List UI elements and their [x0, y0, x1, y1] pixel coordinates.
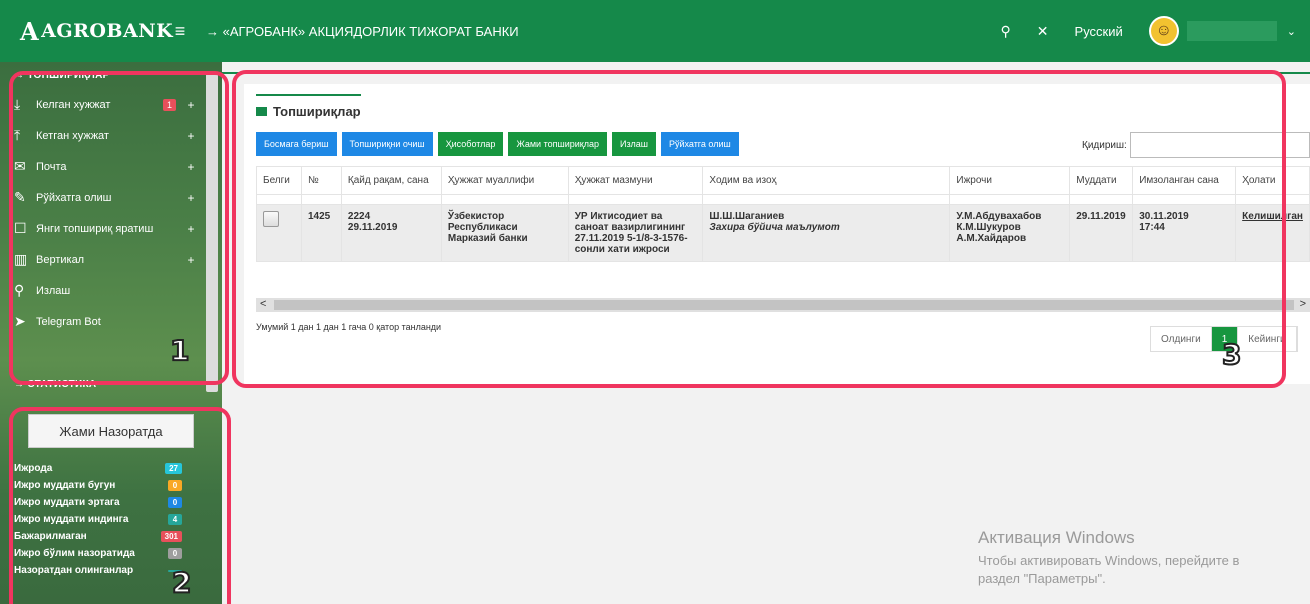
- language-selector[interactable]: Русский: [1075, 24, 1123, 39]
- annotation-number-2: 2: [171, 565, 193, 600]
- logo[interactable]: A AGROBANK: [0, 16, 173, 46]
- user-avatar[interactable]: ☺: [1148, 16, 1179, 46]
- annotation-box-3: [232, 70, 1286, 388]
- fullscreen-icon[interactable]: ✕: [1037, 23, 1049, 40]
- logo-glyph: A: [20, 16, 40, 46]
- scroll-right-icon[interactable]: >: [1300, 298, 1306, 310]
- annotation-box-1: [9, 71, 229, 385]
- chevron-down-icon[interactable]: ⌄: [1287, 25, 1296, 38]
- logo-text: AGROBANK: [41, 20, 174, 42]
- annotation-number-1: 1: [169, 333, 191, 368]
- hamburger-menu-icon[interactable]: ≡: [160, 21, 200, 42]
- annotation-box-2: [9, 407, 231, 604]
- wa-line1: Чтобы активировать Windows, перейдите в: [978, 553, 1240, 568]
- username-redacted[interactable]: [1186, 21, 1277, 41]
- wa-line2: раздел "Параметры".: [978, 571, 1106, 586]
- bank-title: → «АГРОБАНК» АКЦИЯДОРЛИК ТИЖОРАТ БАНКИ: [206, 23, 519, 39]
- top-bar: A AGROBANK ≡ → «АГРОБАНК» АКЦИЯДОРЛИК ТИ…: [0, 0, 1310, 62]
- windows-activation-watermark: Активация Windows Чтобы активировать Win…: [978, 528, 1239, 588]
- search-icon[interactable]: ⚲: [1001, 23, 1011, 40]
- annotation-number-3: 3: [1221, 337, 1243, 372]
- wa-title: Активация Windows: [978, 528, 1135, 547]
